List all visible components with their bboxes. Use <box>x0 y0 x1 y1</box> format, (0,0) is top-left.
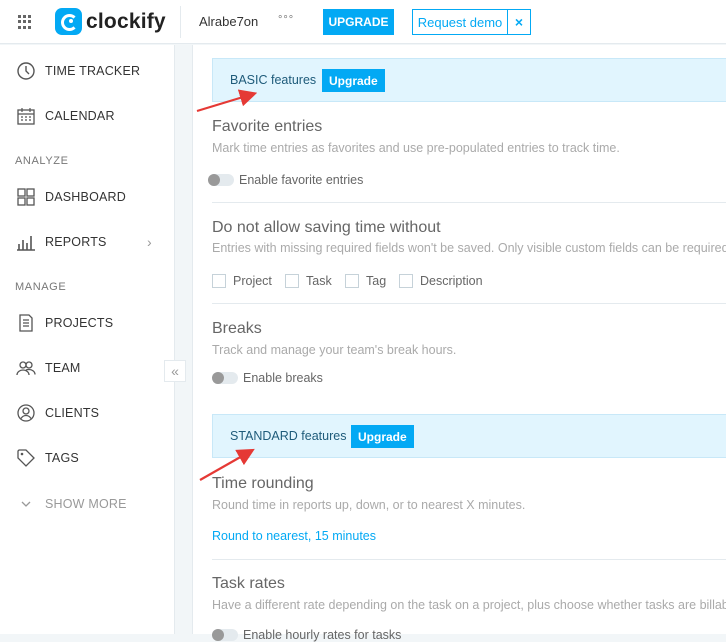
divider <box>212 303 726 304</box>
sidebar-item-label: CALENDAR <box>45 109 115 123</box>
required-fields-title: Do not allow saving time without <box>212 219 441 236</box>
request-demo-button[interactable]: Request demo <box>412 9 508 35</box>
task-checkbox-label: Task <box>306 274 332 288</box>
sidebar-item-label: PROJECTS <box>45 316 114 330</box>
round-to-nearest-link[interactable]: Round to nearest, 15 minutes <box>212 529 376 543</box>
favorite-entries-description: Mark time entries as favorites and use p… <box>212 141 620 155</box>
section-analyze: ANALYZE <box>15 155 69 167</box>
user-circle-icon <box>17 404 35 422</box>
sidebar-item-dashboard[interactable]: DASHBOARD <box>0 182 175 212</box>
app-grid-icon[interactable] <box>18 15 32 29</box>
standard-upgrade-button[interactable]: Upgrade <box>351 425 414 448</box>
sidebar: TIME TRACKER CALENDAR ANALYZE DASHBOARD … <box>0 45 186 634</box>
divider <box>212 559 726 560</box>
breaks-toggle-label: Enable breaks <box>243 371 323 385</box>
sidebar-item-team[interactable]: TEAM <box>0 353 175 383</box>
sidebar-item-projects[interactable]: PROJECTS <box>0 308 175 338</box>
project-checkbox-label: Project <box>233 274 272 288</box>
close-demo-button[interactable]: × <box>507 9 531 35</box>
sidebar-item-label: SHOW MORE <box>45 497 127 511</box>
calendar-icon <box>17 108 35 125</box>
task-rates-toggle-label: Enable hourly rates for tasks <box>243 628 402 642</box>
time-rounding-description: Round time in reports up, down, or to ne… <box>212 498 526 512</box>
required-fields-description: Entries with missing required fields won… <box>212 241 726 255</box>
description-checkbox-label: Description <box>420 274 483 288</box>
sidebar-item-time-tracker[interactable]: TIME TRACKER <box>0 56 175 86</box>
settings-content: BASIC features Upgrade Favorite entries … <box>192 45 726 642</box>
team-icon <box>16 361 36 376</box>
sidebar-item-show-more[interactable]: SHOW MORE <box>0 489 175 519</box>
breaks-toggle[interactable] <box>212 372 238 384</box>
section-manage: MANAGE <box>15 281 67 293</box>
clockify-logo-icon <box>55 8 82 35</box>
chevron-down-icon <box>21 501 31 507</box>
sidebar-item-calendar[interactable]: CALENDAR <box>0 101 175 131</box>
collapse-sidebar-button[interactable]: « <box>164 360 186 382</box>
task-rates-title: Task rates <box>212 575 285 592</box>
sidebar-item-tags[interactable]: TAGS <box>0 443 175 473</box>
tag-checkbox[interactable] <box>345 274 359 288</box>
sidebar-item-label: TEAM <box>45 361 81 375</box>
description-checkbox[interactable] <box>399 274 413 288</box>
topbar-divider <box>180 6 181 38</box>
breaks-title: Breaks <box>212 320 262 337</box>
basic-upgrade-button[interactable]: Upgrade <box>322 69 385 92</box>
banner-label: STANDARD features <box>230 429 347 443</box>
top-bar: clockify Alrabe7on °°° UPGRADE Request d… <box>0 0 726 44</box>
clockify-logo[interactable]: clockify <box>55 8 166 35</box>
favorite-entries-toggle-label: Enable favorite entries <box>239 173 364 187</box>
sidebar-item-label: DASHBOARD <box>45 190 126 204</box>
sidebar-item-label: TAGS <box>45 451 79 465</box>
breaks-description: Track and manage your team's break hours… <box>212 343 457 357</box>
workspace-name[interactable]: Alrabe7on <box>199 14 258 29</box>
project-checkbox[interactable] <box>212 274 226 288</box>
tag-icon <box>17 449 35 467</box>
sidebar-item-label: CLIENTS <box>45 406 100 420</box>
basic-features-banner: BASIC features Upgrade <box>212 58 726 102</box>
clock-icon <box>17 62 35 80</box>
sidebar-item-label: REPORTS <box>45 235 107 249</box>
favorite-entries-toggle[interactable] <box>208 174 234 186</box>
sidebar-item-reports[interactable]: REPORTS › <box>0 227 175 257</box>
sidebar-item-label: TIME TRACKER <box>45 64 141 78</box>
dashboard-icon <box>17 188 35 206</box>
upgrade-button[interactable]: UPGRADE <box>323 9 394 35</box>
document-icon <box>19 314 33 332</box>
favorite-entries-title: Favorite entries <box>212 118 323 135</box>
task-checkbox[interactable] <box>285 274 299 288</box>
divider <box>212 202 726 203</box>
banner-label: BASIC features <box>230 73 317 87</box>
task-rates-toggle[interactable] <box>212 629 238 641</box>
more-options-icon[interactable]: °°° <box>278 14 294 26</box>
sidebar-item-clients[interactable]: CLIENTS <box>0 398 175 428</box>
chevron-right-icon: › <box>147 234 152 250</box>
task-rates-description: Have a different rate depending on the t… <box>212 598 726 612</box>
standard-features-banner: STANDARD features Upgrade <box>212 414 726 458</box>
time-rounding-title: Time rounding <box>212 475 314 492</box>
logo-text: clockify <box>86 9 166 33</box>
tag-checkbox-label: Tag <box>366 274 387 288</box>
bar-chart-icon <box>17 236 35 251</box>
